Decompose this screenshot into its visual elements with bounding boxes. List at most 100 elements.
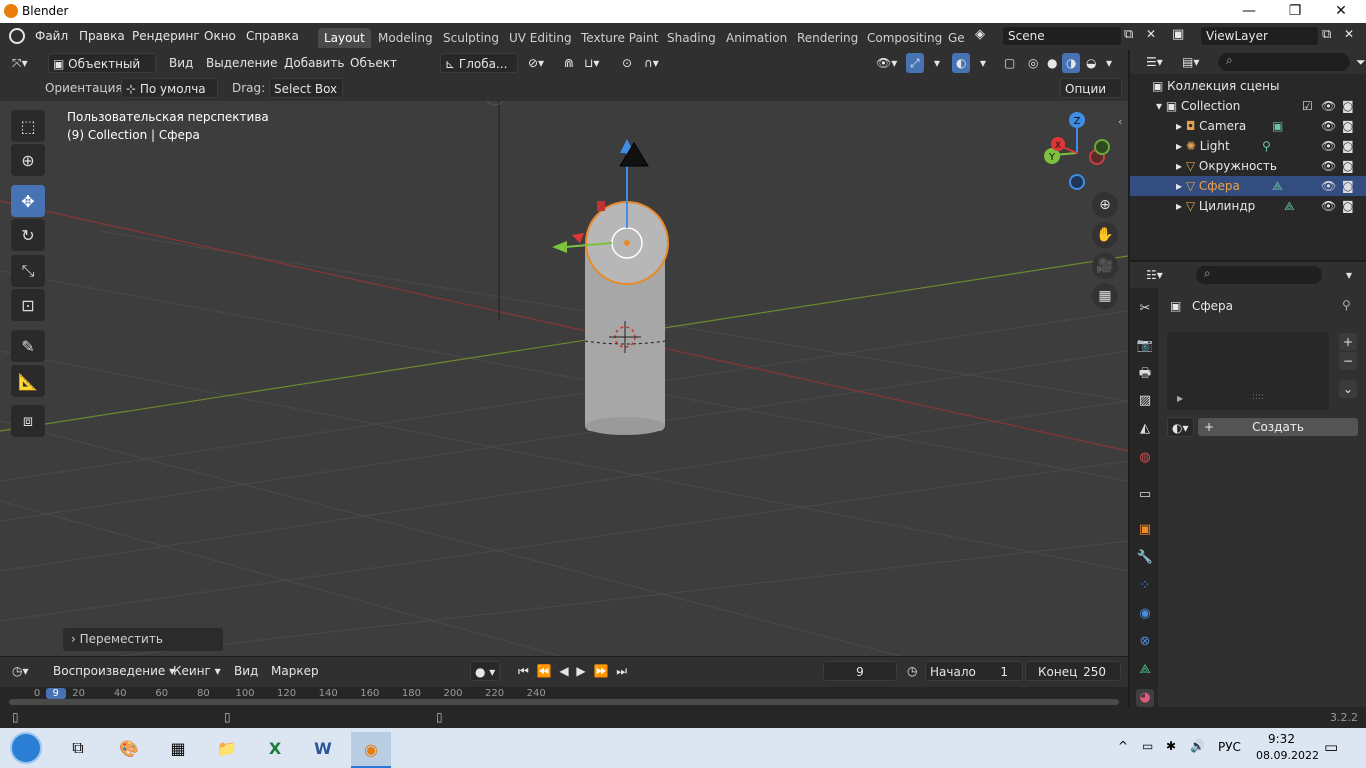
zoom-icon[interactable]: ⊕ [1092, 192, 1118, 218]
properties-search-input[interactable]: ⌕ [1196, 266, 1322, 284]
paint-app-icon[interactable]: 🎨 [109, 732, 149, 764]
keying-menu[interactable]: Кеинг ▾ [169, 661, 225, 681]
tab-animation[interactable]: Animation [720, 28, 793, 48]
gizmo-dropdown-icon[interactable]: ▾ [930, 53, 944, 73]
drag-dropdown[interactable]: Select Box [269, 78, 343, 98]
end-frame-field[interactable]: Конец 250 [1025, 661, 1121, 681]
light-data-icon[interactable]: ⚲ [1262, 136, 1271, 156]
tab-layout[interactable]: Layout [318, 28, 371, 48]
outliner-item-camera[interactable]: ▸ ◘ Camera ▣ 👁 ◙ [1130, 116, 1366, 136]
copy-scene-icon[interactable]: ⧉ [1124, 27, 1133, 42]
menu-add[interactable]: Добавить [280, 53, 348, 73]
shading-dropdown-icon[interactable]: ▾ [1102, 53, 1116, 73]
transform-orientation-dropdown[interactable]: ⊾ Глоба... [440, 53, 518, 73]
sidebar-toggle-icon[interactable]: ‹ [1118, 115, 1122, 128]
pan-hand-icon[interactable]: ✋ [1092, 222, 1118, 248]
data-tab-icon[interactable]: ⟁ [1136, 661, 1154, 679]
constraints-tab-icon[interactable]: ⊗ [1136, 633, 1154, 651]
exclude-checkbox[interactable]: ☑ [1302, 96, 1313, 116]
scene-tab-icon[interactable]: ◭ [1136, 420, 1154, 438]
add-cube-tool-icon[interactable]: ⧈ [11, 405, 45, 437]
view-layer-tab-icon[interactable]: ▨ [1136, 392, 1154, 410]
calculator-app-icon[interactable]: ▦ [158, 732, 198, 764]
battery-icon[interactable]: ▭ [1142, 739, 1153, 753]
start-frame-field[interactable]: Начало 1 [925, 661, 1023, 681]
clock-icon[interactable]: ◷ [903, 661, 921, 681]
render-tab-icon[interactable]: 📷 [1136, 337, 1154, 355]
tool-tab-icon[interactable]: ✂ [1136, 300, 1154, 318]
particles-tab-icon[interactable]: ⁘ [1136, 577, 1154, 595]
tab-texture-paint[interactable]: Texture Paint [575, 28, 664, 48]
eye-icon[interactable]: 👁 [1321, 156, 1336, 176]
shading-material-icon[interactable]: ◑ [1062, 53, 1081, 73]
overlay-toggle-icon[interactable]: ◐ [952, 53, 971, 73]
properties-type-icon[interactable]: ☷▾ [1142, 265, 1167, 285]
display-mode-icon[interactable]: ▤▾ [1178, 52, 1203, 72]
render-camera-icon[interactable]: ◙ [1342, 136, 1354, 156]
blender-app-icon[interactable]: ◉ [351, 732, 391, 768]
xray-icon[interactable]: ▢ [1000, 53, 1019, 73]
remove-view-layer-icon[interactable]: ✕ [1344, 27, 1354, 41]
snap-icon[interactable]: ⋒ [560, 53, 578, 73]
menu-object[interactable]: Объект [346, 53, 401, 73]
move-tool-icon[interactable]: ✥ [11, 185, 45, 217]
filter-icon[interactable]: ⏷ [1352, 52, 1366, 72]
current-frame-field[interactable]: 9 [823, 661, 897, 681]
timeline-editor-type-icon[interactable]: ◷▾ [8, 661, 33, 681]
material-slot-list[interactable]: ▶ :::: [1167, 332, 1329, 410]
new-material-button[interactable]: + Создать [1198, 418, 1358, 436]
render-camera-icon[interactable]: ◙ [1342, 116, 1354, 136]
view-layer-icon[interactable]: ▣ [1172, 27, 1184, 42]
annotate-tool-icon[interactable]: ✎ [11, 330, 45, 362]
remove-scene-icon[interactable]: ✕ [1146, 27, 1156, 41]
copy-view-layer-icon[interactable]: ⧉ [1322, 27, 1331, 42]
outliner-search-input[interactable]: ⌕ [1218, 53, 1350, 71]
timeline-view-menu[interactable]: Вид [230, 661, 262, 681]
camera-data-icon[interactable]: ▣ [1272, 116, 1283, 136]
measure-tool-icon[interactable]: 📐 [11, 365, 45, 397]
visibility-icon[interactable]: 👁▾ [872, 53, 901, 73]
browse-material-icon[interactable]: ◐▾ [1167, 417, 1194, 437]
orientation-dropdown[interactable]: ⊹ По умолча [121, 78, 218, 98]
remove-slot-icon[interactable]: − [1339, 352, 1357, 370]
timeline-scrollbar[interactable] [9, 699, 1119, 705]
properties-options-icon[interactable]: ▾ [1342, 265, 1356, 285]
output-tab-icon[interactable]: 🖶 [1136, 365, 1154, 383]
excel-app-icon[interactable]: X [255, 732, 295, 764]
nav-neg-z-ball[interactable] [1069, 174, 1085, 190]
eye-icon[interactable]: 👁 [1321, 176, 1336, 196]
nav-neg-y-ball[interactable] [1094, 139, 1110, 155]
render-camera-icon[interactable]: ◙ [1342, 96, 1354, 116]
notification-icon[interactable]: ▭ [1324, 738, 1338, 756]
shading-wireframe-icon[interactable]: ◎ [1024, 53, 1042, 73]
collection-tab-icon[interactable]: ▭ [1136, 486, 1154, 504]
falloff-icon[interactable]: ∩▾ [640, 53, 663, 73]
current-frame-indicator[interactable]: 9 [45, 688, 66, 699]
move-y-arrow[interactable] [552, 241, 567, 253]
scene-icon[interactable]: ◈ [975, 27, 985, 42]
physics-tab-icon[interactable]: ◉ [1136, 605, 1154, 623]
options-dropdown[interactable]: Опции [1060, 78, 1122, 98]
eye-icon[interactable]: 👁 [1321, 196, 1336, 216]
gizmo-toggle-icon[interactable]: ⤢ [906, 53, 924, 73]
mesh-data-icon[interactable]: ⟁ [1284, 196, 1295, 216]
outliner-item-light[interactable]: ▸ ✺ Light ⚲ 👁 ◙ [1130, 136, 1366, 156]
outliner-item-circle[interactable]: ▸ ▽ Окружность 👁 ◙ [1130, 156, 1366, 176]
outliner-item-sphere[interactable]: ▸ ▽ Сфера ⟁ 👁 ◙ [1130, 176, 1366, 196]
clock-date[interactable]: 08.09.2022 [1256, 749, 1319, 762]
eye-icon[interactable]: 👁 [1321, 136, 1336, 156]
tab-shading[interactable]: Shading [661, 28, 722, 48]
add-slot-icon[interactable]: + [1339, 333, 1357, 351]
tray-chevron-icon[interactable]: ^ [1118, 739, 1128, 753]
language-indicator[interactable]: РУС [1218, 740, 1241, 754]
word-app-icon[interactable]: W [303, 732, 343, 764]
rotate-tool-icon[interactable]: ↻ [11, 219, 45, 251]
shading-rendered-icon[interactable]: ◒ [1082, 53, 1100, 73]
slot-specials-icon[interactable]: ⌄ [1339, 380, 1357, 398]
menu-help[interactable]: Справка [246, 29, 299, 43]
render-camera-icon[interactable]: ◙ [1342, 176, 1354, 196]
render-camera-icon[interactable]: ◙ [1342, 196, 1354, 216]
pin-icon[interactable]: ⚲ [1342, 298, 1351, 312]
tab-rendering[interactable]: Rendering [791, 28, 864, 48]
outliner-collection[interactable]: ▾ ▣ Collection ☑ 👁 ◙ [1130, 96, 1366, 116]
